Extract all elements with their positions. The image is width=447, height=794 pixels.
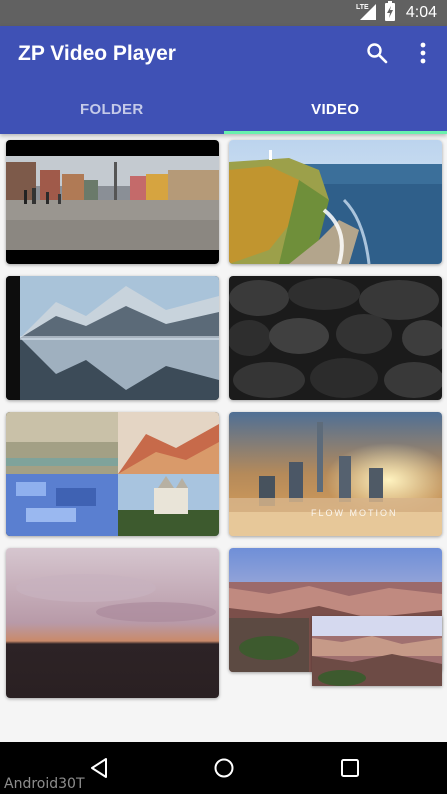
recents-icon bbox=[341, 759, 359, 777]
video-thumbnail-street-plaza[interactable] bbox=[6, 140, 219, 264]
video-thumbnail-landscape-collage[interactable] bbox=[6, 412, 219, 536]
video-thumbnail-sunset-sky[interactable] bbox=[6, 548, 219, 698]
tab-video[interactable]: VIDEO bbox=[224, 84, 447, 134]
app-bar: ZP Video Player FOLDER VIDEO bbox=[0, 26, 447, 134]
status-indicators: LTE 4:04 bbox=[356, 0, 437, 26]
video-grid: FLOW MOTION bbox=[0, 134, 447, 742]
video-thumbnail-canyon-inset bbox=[312, 616, 442, 686]
video-thumbnail-coastal-cliff[interactable] bbox=[229, 140, 442, 264]
back-button[interactable] bbox=[86, 755, 112, 781]
video-thumbnail-flow-motion[interactable]: FLOW MOTION bbox=[229, 412, 442, 536]
status-time: 4:04 bbox=[405, 4, 437, 21]
more-options-button[interactable] bbox=[408, 38, 438, 68]
video-thumbnail-stone-wall[interactable] bbox=[229, 276, 442, 400]
signal-icon: LTE bbox=[356, 2, 378, 25]
battery-icon bbox=[384, 0, 396, 26]
tab-folder[interactable]: FOLDER bbox=[0, 84, 224, 134]
home-button[interactable] bbox=[211, 755, 237, 781]
recents-button[interactable] bbox=[337, 755, 363, 781]
network-type-label: LTE bbox=[356, 4, 369, 11]
app-title: ZP Video Player bbox=[18, 42, 176, 65]
more-vert-icon bbox=[420, 42, 426, 64]
watermark-text: Android30T bbox=[4, 776, 85, 792]
search-button[interactable] bbox=[362, 38, 392, 68]
back-icon bbox=[91, 758, 107, 778]
search-icon bbox=[367, 43, 388, 64]
video-thumbnail-snowy-mountain[interactable] bbox=[6, 276, 219, 400]
video-caption-flow-motion: FLOW MOTION bbox=[311, 508, 398, 518]
tab-bar: FOLDER VIDEO bbox=[0, 84, 447, 134]
home-icon bbox=[214, 758, 234, 778]
status-bar: LTE 4:04 bbox=[0, 0, 447, 26]
